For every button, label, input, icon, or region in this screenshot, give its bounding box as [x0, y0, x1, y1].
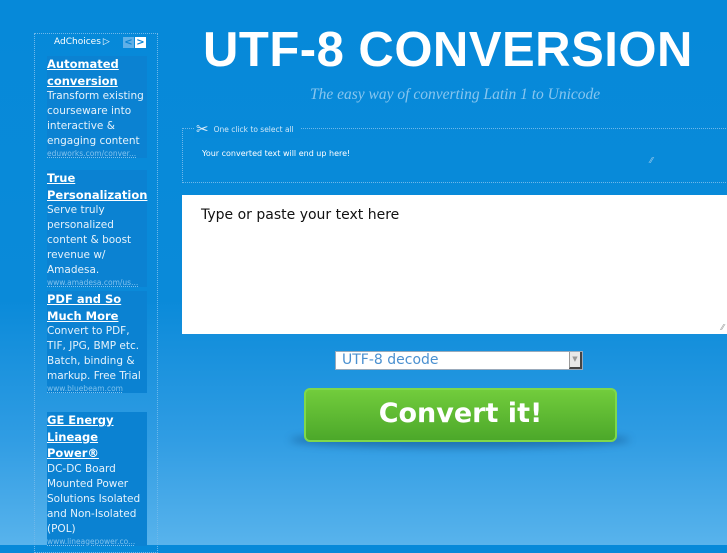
ad-title[interactable]: PDF and So Much More — [47, 291, 147, 324]
ad-title[interactable]: GE Energy Lineage Power® — [47, 412, 147, 462]
convert-button[interactable]: Convert it! — [304, 388, 617, 442]
adchoices-label: AdChoices — [54, 37, 101, 47]
output-text: Your converted text will end up here! — [202, 149, 351, 158]
ad-url[interactable]: eduworks.com/conver... — [47, 149, 147, 158]
resize-handle-icon[interactable]: ⁄⁄ — [721, 323, 724, 332]
ad-body: Transform existing courseware into inter… — [47, 90, 144, 147]
mode-select[interactable]: UTF-8 decode ▼ — [335, 351, 583, 370]
mode-select-value: UTF-8 decode — [342, 352, 439, 368]
ad-url[interactable]: www.amadesa.com/us... — [47, 278, 147, 287]
ad-item[interactable]: PDF and So Much More Convert to PDF, TIF… — [47, 291, 147, 393]
ad-prev-button[interactable]: < — [123, 37, 134, 48]
ad-body: DC-DC Board Mounted Power Solutions Isol… — [47, 462, 141, 535]
input-textarea[interactable]: Type or paste your text here ⁄⁄ — [182, 195, 727, 334]
resize-handle-icon[interactable]: ⁄⁄ — [650, 156, 653, 165]
ad-body: Serve truly personalized content & boost… — [47, 204, 132, 276]
ad-panel: AdChoices ▷ < > Automated conversion Tran… — [34, 33, 158, 553]
page-title: UTF-8 CONVERSION — [203, 23, 693, 77]
ad-item[interactable]: GE Energy Lineage Power® DC-DC Board Mou… — [47, 412, 147, 546]
ad-item[interactable]: Automated conversion Transform existing … — [47, 56, 147, 158]
select-all-button[interactable]: ✂ One click to select all — [194, 120, 300, 138]
adchoices-link[interactable]: AdChoices ▷ — [52, 37, 110, 47]
ad-title[interactable]: Automated conversion — [47, 56, 147, 89]
select-all-label: One click to select all — [213, 124, 294, 134]
ad-url[interactable]: www.bluebeam.com — [47, 384, 147, 393]
ad-next-button[interactable]: > — [135, 37, 146, 48]
ad-title[interactable]: True Personalization — [47, 170, 147, 203]
ad-url[interactable]: www.lineagepower.co... — [47, 537, 147, 546]
ad-body: Convert to PDF, TIF, JPG, BMP etc. Batch… — [47, 325, 141, 382]
adchoices-icon: ▷ — [102, 37, 110, 47]
page-subtitle: The easy way of converting Latin 1 to Un… — [310, 86, 601, 103]
ad-item[interactable]: True Personalization Serve truly persona… — [47, 170, 147, 287]
input-placeholder: Type or paste your text here — [201, 207, 400, 223]
chevron-down-icon[interactable]: ▼ — [569, 352, 582, 369]
scissors-icon: ✂ — [196, 120, 209, 138]
